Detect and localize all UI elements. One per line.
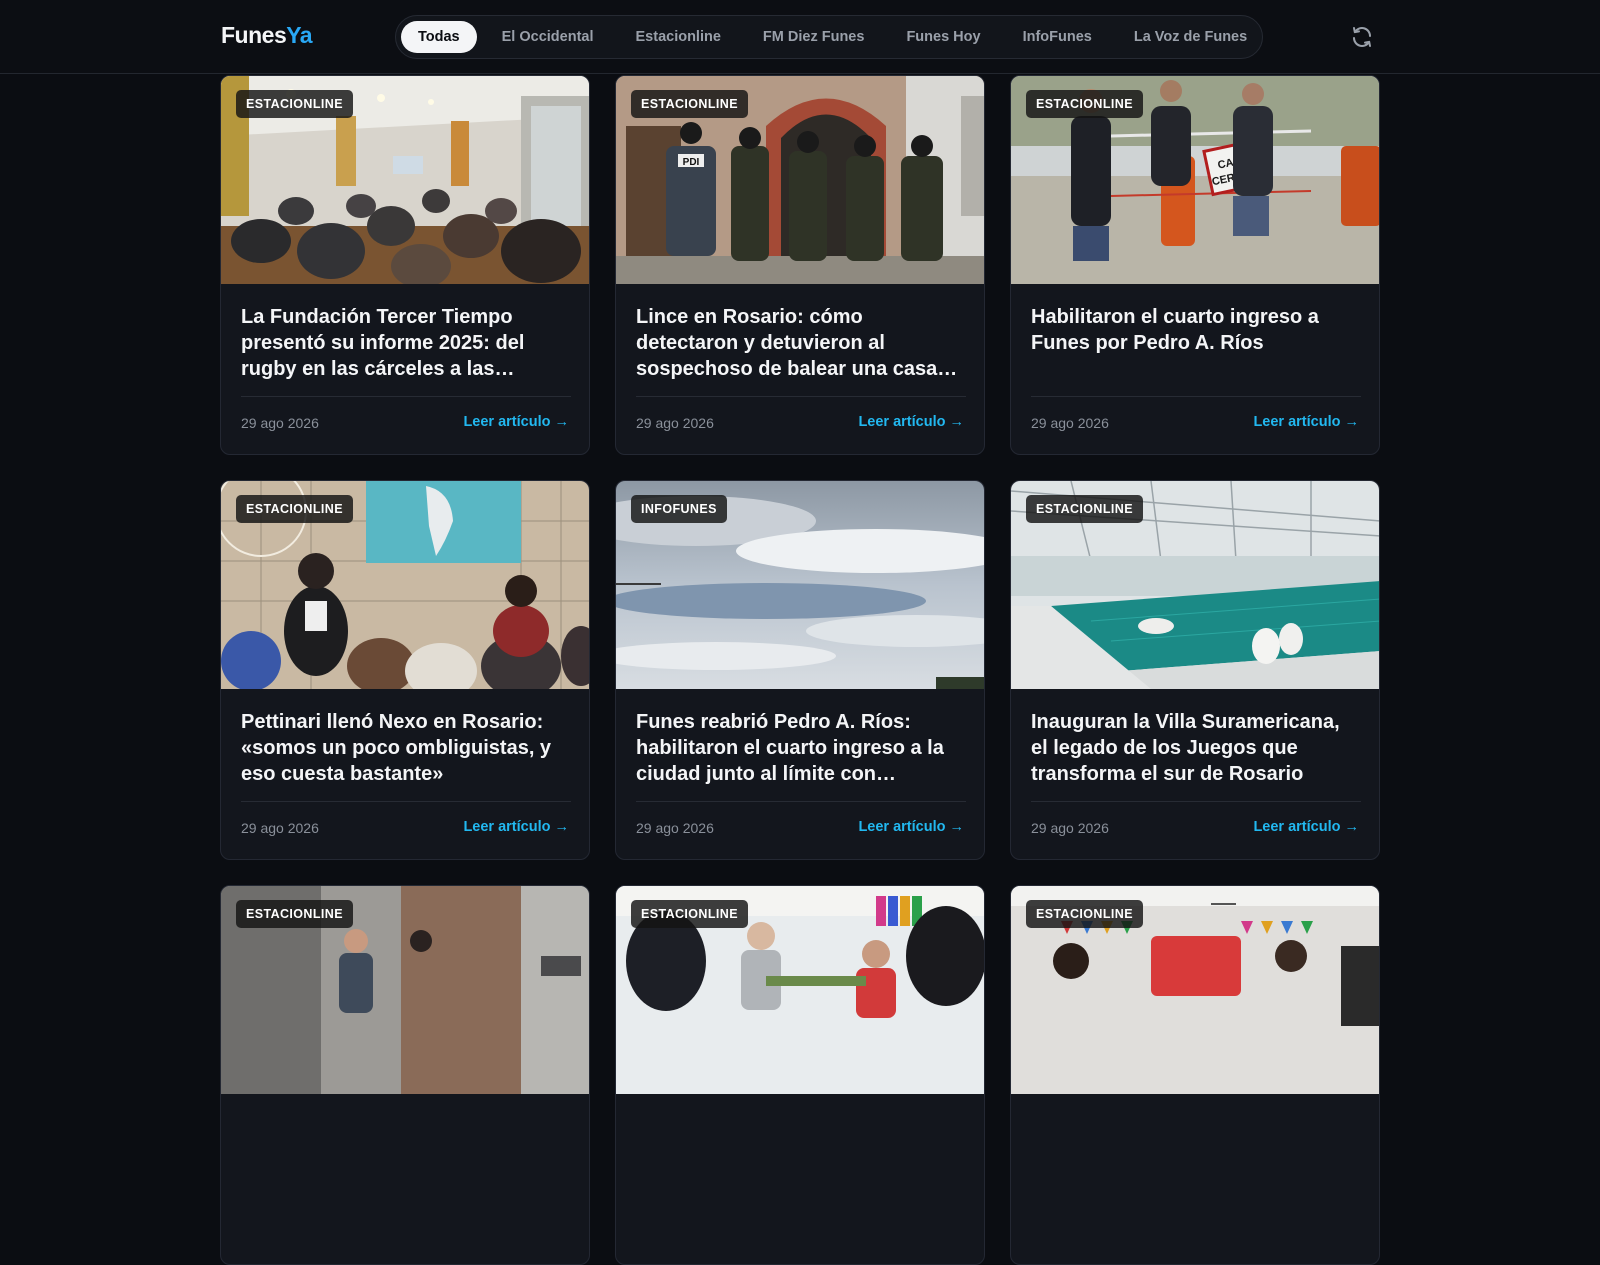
source-badge: ESTACIONLINE	[1026, 495, 1143, 523]
news-grid: ESTACIONLINE La Fundación Tercer Tiempo …	[220, 75, 1380, 1265]
source-badge: ESTACIONLINE	[236, 900, 353, 928]
source-badge: ESTACIONLINE	[1026, 900, 1143, 928]
article-date: 29 ago 2026	[241, 820, 319, 836]
article-date: 29 ago 2026	[636, 820, 714, 836]
read-article-link[interactable]: Leer artículo →	[463, 414, 569, 430]
tab-estacionline[interactable]: Estacionline	[619, 21, 738, 53]
top-navigation-bar: FunesYa Todas El Occidental Estacionline…	[0, 0, 1600, 74]
news-card[interactable]: INFOFUNES Funes reabrió Pedro A. Ríos: h…	[615, 480, 985, 860]
article-title[interactable]: Lince en Rosario: cómo detectaron y detu…	[636, 304, 966, 384]
article-date: 29 ago 2026	[1031, 415, 1109, 431]
article-date: 29 ago 2026	[241, 415, 319, 431]
card-divider	[241, 396, 571, 397]
card-divider	[1031, 801, 1361, 802]
article-title[interactable]: Pettinari llenó Nexo en Rosario: «somos …	[241, 709, 571, 789]
source-badge: ESTACIONLINE	[631, 90, 748, 118]
refresh-icon	[1353, 27, 1371, 47]
read-article-link[interactable]: Leer artículo →	[858, 414, 964, 430]
tab-fm-diez-funes[interactable]: FM Diez Funes	[746, 21, 882, 53]
source-badge: INFOFUNES	[631, 495, 727, 523]
source-badge: ESTACIONLINE	[236, 495, 353, 523]
tab-funes-hoy[interactable]: Funes Hoy	[889, 21, 997, 53]
card-divider	[1031, 396, 1361, 397]
tab-todas[interactable]: Todas	[401, 21, 477, 53]
news-card[interactable]: ESTACIONLINE La Fundación Tercer Tiempo …	[220, 75, 590, 455]
read-article-link[interactable]: Leer artículo →	[858, 819, 964, 835]
article-title[interactable]: Habilitaron el cuarto ingreso a Funes po…	[1031, 304, 1361, 384]
card-divider	[636, 801, 966, 802]
news-card[interactable]: PDI ESTACIONLINE Lince en Rosario: cómo …	[615, 75, 985, 455]
card-divider	[636, 396, 966, 397]
article-title[interactable]: Inauguran la Villa Suramericana, el lega…	[1031, 709, 1361, 789]
source-filter-tabs: Todas El Occidental Estacionline FM Diez…	[395, 15, 1263, 59]
news-card[interactable]: ESTACIONLINE Inauguran la Villa Surameri…	[1010, 480, 1380, 860]
read-article-link[interactable]: Leer artículo →	[463, 819, 569, 835]
news-card[interactable]: ESTACIONLINE	[1010, 885, 1380, 1265]
logo-text-ya: Ya	[286, 22, 313, 48]
source-badge: ESTACIONLINE	[631, 900, 748, 928]
read-article-link[interactable]: Leer artículo →	[1253, 819, 1359, 835]
news-card[interactable]: CALLE CERRADA ESTACIONLINE Habilitaron e…	[1010, 75, 1380, 455]
tab-la-voz-de-funes[interactable]: La Voz de Funes	[1117, 21, 1264, 53]
article-date: 29 ago 2026	[1031, 820, 1109, 836]
news-card[interactable]: ESTACIONLINE	[615, 885, 985, 1265]
article-title[interactable]: La Fundación Tercer Tiempo presentó su i…	[241, 304, 571, 384]
source-badge: ESTACIONLINE	[1026, 90, 1143, 118]
read-article-link[interactable]: Leer artículo →	[1253, 414, 1359, 430]
article-title[interactable]: Funes reabrió Pedro A. Ríos: habilitaron…	[636, 709, 966, 789]
news-card[interactable]: ESTACIONLINE	[220, 885, 590, 1265]
tab-el-occidental[interactable]: El Occidental	[485, 21, 611, 53]
refresh-button[interactable]	[1350, 25, 1374, 49]
site-logo[interactable]: FunesYa	[221, 22, 313, 49]
tab-infofunes[interactable]: InfoFunes	[1006, 21, 1109, 53]
logo-text-funes: Funes	[221, 22, 287, 48]
card-divider	[241, 801, 571, 802]
vest-text: PDI	[683, 157, 700, 168]
article-date: 29 ago 2026	[636, 415, 714, 431]
news-card[interactable]: ESTACIONLINE Pettinari llenó Nexo en Ros…	[220, 480, 590, 860]
source-badge: ESTACIONLINE	[236, 90, 353, 118]
